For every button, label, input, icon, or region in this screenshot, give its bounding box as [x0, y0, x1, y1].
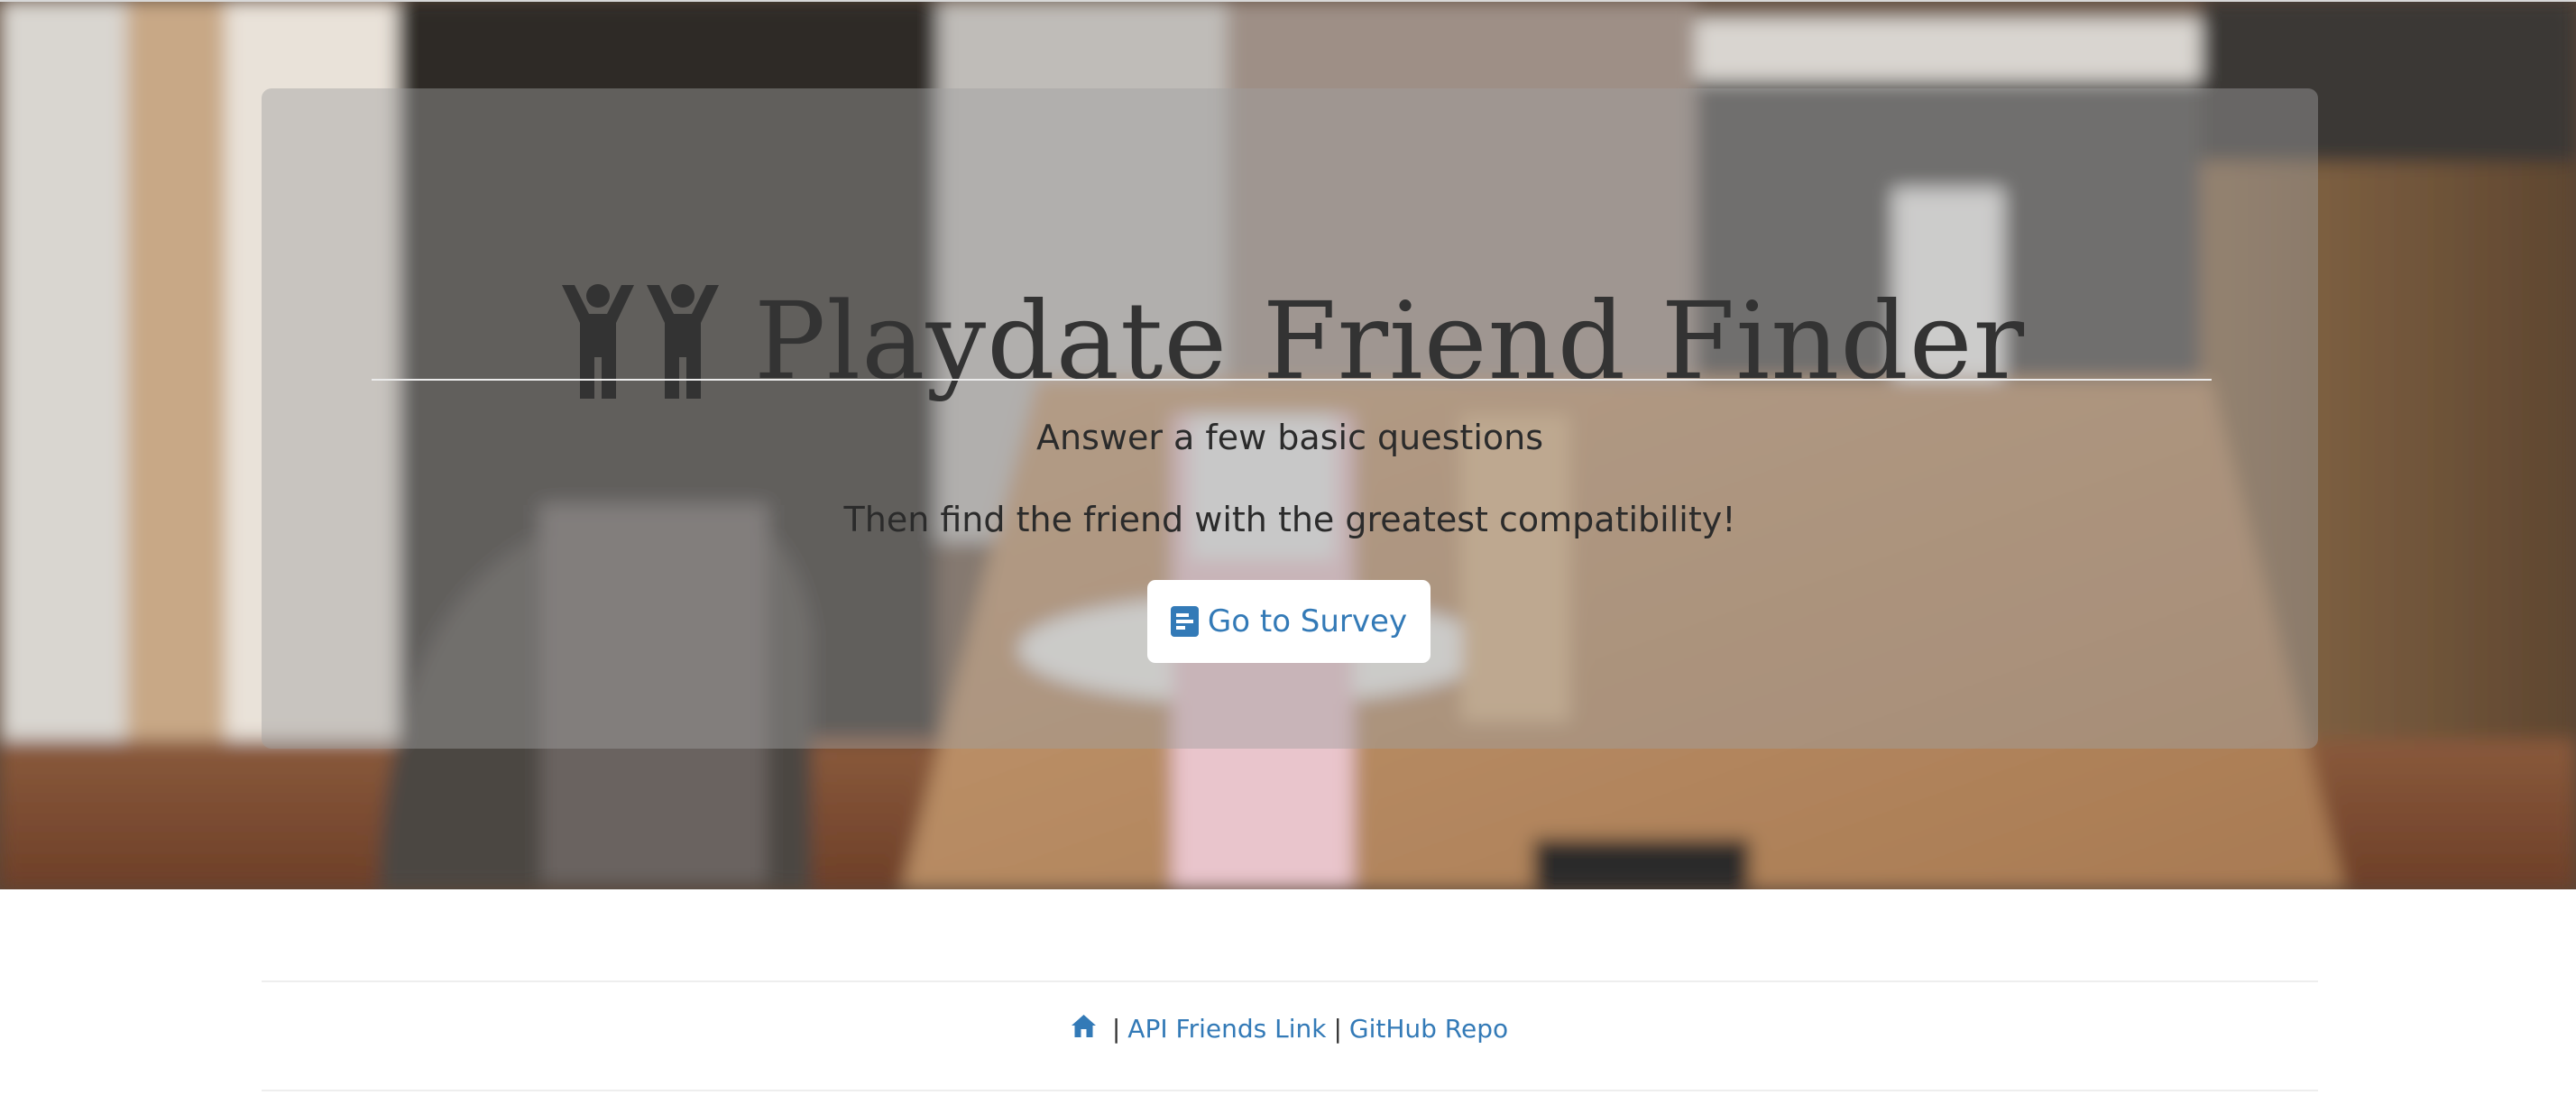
footer-bottom-divider [262, 1090, 2318, 1091]
footer-nav: | API Friends Link | GitHub Repo [262, 1014, 2318, 1044]
survey-button-label: Go to Survey [1207, 603, 1408, 640]
hero-section: Playdate Friend Finder Answer a few basi… [0, 0, 2576, 889]
page-title: Playdate Friend Finder [753, 279, 2026, 403]
footer-top-divider [262, 980, 2318, 982]
lead-text-line-1: Answer a few basic questions [1035, 418, 1544, 457]
title-divider [372, 379, 2212, 381]
kids-icon [561, 284, 719, 399]
footer-separator: | [1111, 1014, 1121, 1044]
clipboard-icon [1170, 606, 1199, 637]
jumbotron-panel: Playdate Friend Finder Answer a few basi… [262, 88, 2318, 749]
github-repo-link[interactable]: GitHub Repo [1349, 1014, 1508, 1044]
home-link[interactable] [1071, 1014, 1105, 1044]
top-border [0, 0, 2576, 2]
footer-separator: | [1333, 1014, 1342, 1044]
home-icon [1071, 1015, 1096, 1037]
api-friends-link[interactable]: API Friends Link [1127, 1014, 1326, 1044]
title-row: Playdate Friend Finder [262, 273, 2318, 409]
lead-text-line-2: Then find the friend with the greatest c… [843, 500, 1736, 539]
go-to-survey-button[interactable]: Go to Survey [1147, 580, 1431, 663]
